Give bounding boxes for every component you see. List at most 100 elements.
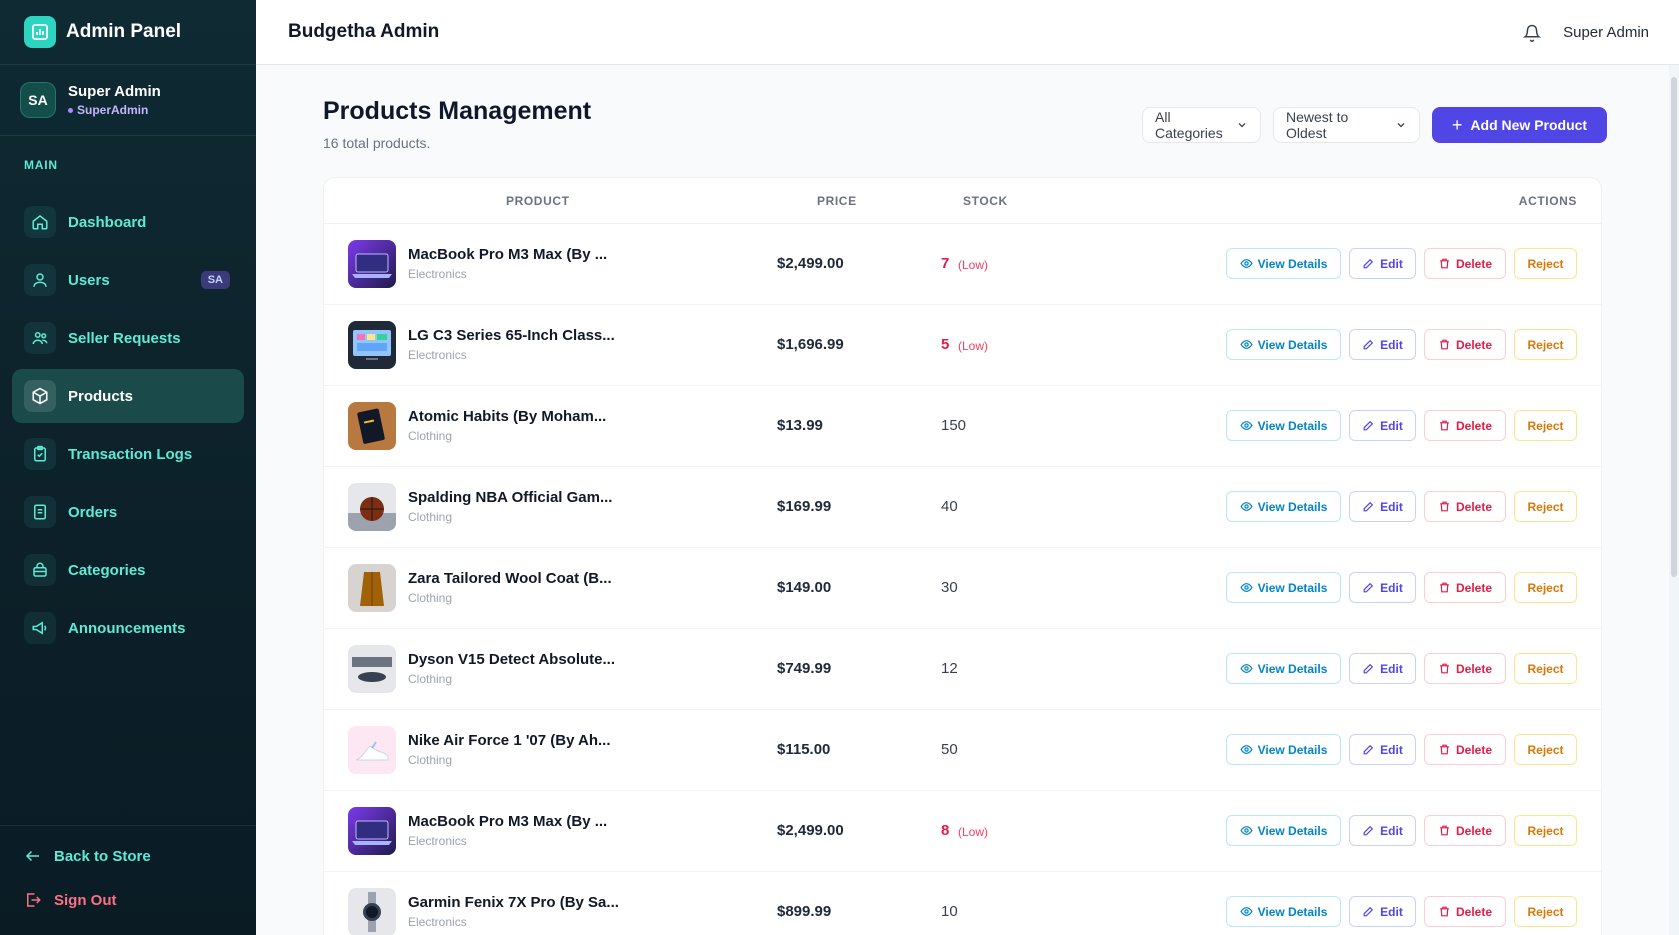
delete-button[interactable]: Delete bbox=[1424, 329, 1506, 360]
sign-out-button[interactable]: Sign Out bbox=[0, 878, 256, 922]
eye-icon bbox=[1239, 824, 1258, 837]
row-actions: View Details Edit Delete Reject bbox=[1218, 572, 1577, 603]
trash-icon bbox=[1438, 662, 1456, 675]
product-price: $13.99 bbox=[777, 417, 823, 434]
pencil-icon bbox=[1362, 743, 1380, 756]
sidebar-item-orders[interactable]: Orders bbox=[12, 485, 244, 539]
edit-button[interactable]: Edit bbox=[1349, 734, 1416, 765]
reject-button[interactable]: Reject bbox=[1514, 734, 1577, 765]
eye-icon bbox=[1239, 338, 1258, 351]
delete-label: Delete bbox=[1455, 742, 1493, 757]
view-details-button[interactable]: View Details bbox=[1226, 653, 1341, 684]
reject-button[interactable]: Reject bbox=[1514, 329, 1577, 360]
table-row: Atomic Habits (By Moham... Clothing $13.99… bbox=[324, 386, 1601, 467]
sort-select[interactable]: Newest to Oldest bbox=[1273, 107, 1420, 143]
view-details-button[interactable]: View Details bbox=[1226, 248, 1341, 279]
view-details-button[interactable]: View Details bbox=[1226, 815, 1341, 846]
reject-button[interactable]: Reject bbox=[1514, 572, 1577, 603]
delete-button[interactable]: Delete bbox=[1424, 410, 1506, 441]
product-name[interactable]: Garmin Fenix 7X Pro (By Sa... bbox=[408, 894, 619, 911]
sidebar-profile: SA Super Admin SuperAdmin bbox=[0, 65, 256, 136]
product-name[interactable]: MacBook Pro M3 Max (By ... bbox=[408, 246, 607, 263]
page-scrollbar[interactable] bbox=[1669, 65, 1679, 935]
view-details-button[interactable]: View Details bbox=[1226, 329, 1341, 360]
product-stock: 40 bbox=[941, 498, 958, 515]
product-name[interactable]: Dyson V15 Detect Absolute... bbox=[408, 651, 615, 668]
product-thumbnail bbox=[348, 645, 396, 693]
view-details-button[interactable]: View Details bbox=[1226, 410, 1341, 441]
reject-label: Reject bbox=[1527, 418, 1564, 433]
view-details-button[interactable]: View Details bbox=[1226, 734, 1341, 765]
sidebar-item-label: Users bbox=[68, 271, 110, 289]
sidebar-item-dashboard[interactable]: Dashboard bbox=[12, 195, 244, 249]
edit-button[interactable]: Edit bbox=[1349, 572, 1416, 603]
category-select[interactable]: All Categories bbox=[1142, 107, 1261, 143]
back-to-store-label: Back to Store bbox=[54, 847, 151, 865]
scrollbar-thumb[interactable] bbox=[1671, 77, 1677, 577]
table-row: Garmin Fenix 7X Pro (By Sa... Electronics… bbox=[324, 872, 1601, 935]
sidebar-item-products[interactable]: Products bbox=[12, 369, 244, 423]
edit-button[interactable]: Edit bbox=[1349, 896, 1416, 927]
reject-button[interactable]: Reject bbox=[1514, 653, 1577, 684]
product-price: $2,499.00 bbox=[777, 255, 844, 272]
sign-out-label: Sign Out bbox=[54, 891, 117, 909]
reject-button[interactable]: Reject bbox=[1514, 815, 1577, 846]
arrow-left-icon bbox=[24, 847, 42, 865]
product-name[interactable]: Zara Tailored Wool Coat (B... bbox=[408, 570, 612, 587]
edit-label: Edit bbox=[1380, 418, 1403, 433]
product-name[interactable]: Spalding NBA Official Gam... bbox=[408, 489, 612, 506]
delete-button[interactable]: Delete bbox=[1424, 653, 1506, 684]
edit-button[interactable]: Edit bbox=[1349, 653, 1416, 684]
delete-button[interactable]: Delete bbox=[1424, 248, 1506, 279]
column-header-product: PRODUCT bbox=[506, 194, 570, 208]
delete-button[interactable]: Delete bbox=[1424, 734, 1506, 765]
view-details-button[interactable]: View Details bbox=[1226, 572, 1341, 603]
bell-icon[interactable] bbox=[1523, 24, 1542, 42]
header-user[interactable]: Super Admin bbox=[1563, 24, 1649, 41]
reject-button[interactable]: Reject bbox=[1514, 896, 1577, 927]
product-name[interactable]: MacBook Pro M3 Max (By ... bbox=[408, 813, 607, 830]
edit-button[interactable]: Edit bbox=[1349, 491, 1416, 522]
sidebar-item-users[interactable]: Users SA bbox=[12, 253, 244, 307]
row-actions: View Details Edit Delete Reject bbox=[1218, 329, 1577, 360]
products-table: PRODUCT PRICE STOCK ACTIONS MacBook Pro … bbox=[323, 177, 1602, 935]
product-category: Clothing bbox=[408, 753, 453, 767]
back-to-store-link[interactable]: Back to Store bbox=[0, 834, 256, 878]
delete-button[interactable]: Delete bbox=[1424, 572, 1506, 603]
sidebar-item-seller-requests[interactable]: Seller Requests bbox=[12, 311, 244, 365]
sidebar-item-categories[interactable]: Categories bbox=[12, 543, 244, 597]
delete-button[interactable]: Delete bbox=[1424, 491, 1506, 522]
reject-button[interactable]: Reject bbox=[1514, 491, 1577, 522]
product-price: $899.99 bbox=[777, 903, 832, 920]
edit-button[interactable]: Edit bbox=[1349, 410, 1416, 441]
edit-label: Edit bbox=[1380, 499, 1403, 514]
clipboard-icon bbox=[24, 438, 56, 470]
edit-button[interactable]: Edit bbox=[1349, 329, 1416, 360]
view-details-label: View Details bbox=[1257, 904, 1328, 919]
view-details-button[interactable]: View Details bbox=[1226, 491, 1341, 522]
page-title: Products Management bbox=[323, 97, 592, 125]
delete-button[interactable]: Delete bbox=[1424, 896, 1506, 927]
users-icon bbox=[24, 264, 56, 296]
eye-icon bbox=[1239, 662, 1258, 675]
view-details-label: View Details bbox=[1257, 661, 1328, 676]
product-name[interactable]: LG C3 Series 65-Inch Class... bbox=[408, 327, 615, 344]
sidebar-item-transaction-logs[interactable]: Transaction Logs bbox=[12, 427, 244, 481]
edit-button[interactable]: Edit bbox=[1349, 248, 1416, 279]
view-details-button[interactable]: View Details bbox=[1226, 896, 1341, 927]
add-new-product-button[interactable]: + Add New Product bbox=[1432, 107, 1607, 143]
product-name[interactable]: Atomic Habits (By Moham... bbox=[408, 408, 606, 425]
edit-button[interactable]: Edit bbox=[1349, 815, 1416, 846]
reject-button[interactable]: Reject bbox=[1514, 248, 1577, 279]
top-header: Budgetha Admin Super Admin bbox=[256, 0, 1679, 65]
product-name[interactable]: Nike Air Force 1 '07 (By Ah... bbox=[408, 732, 611, 749]
low-stock-tag: (Low) bbox=[958, 339, 989, 353]
sidebar-item-announcements[interactable]: Announcements bbox=[12, 601, 244, 655]
reject-button[interactable]: Reject bbox=[1514, 410, 1577, 441]
delete-button[interactable]: Delete bbox=[1424, 815, 1506, 846]
column-header-stock: STOCK bbox=[963, 194, 1008, 208]
profile-role-label: SuperAdmin bbox=[77, 103, 149, 117]
table-body: MacBook Pro M3 Max (By ... Electronics $2,… bbox=[324, 224, 1601, 935]
table-row: Nike Air Force 1 '07 (By Ah... Clothing $1… bbox=[324, 710, 1601, 791]
box-icon bbox=[24, 380, 56, 412]
